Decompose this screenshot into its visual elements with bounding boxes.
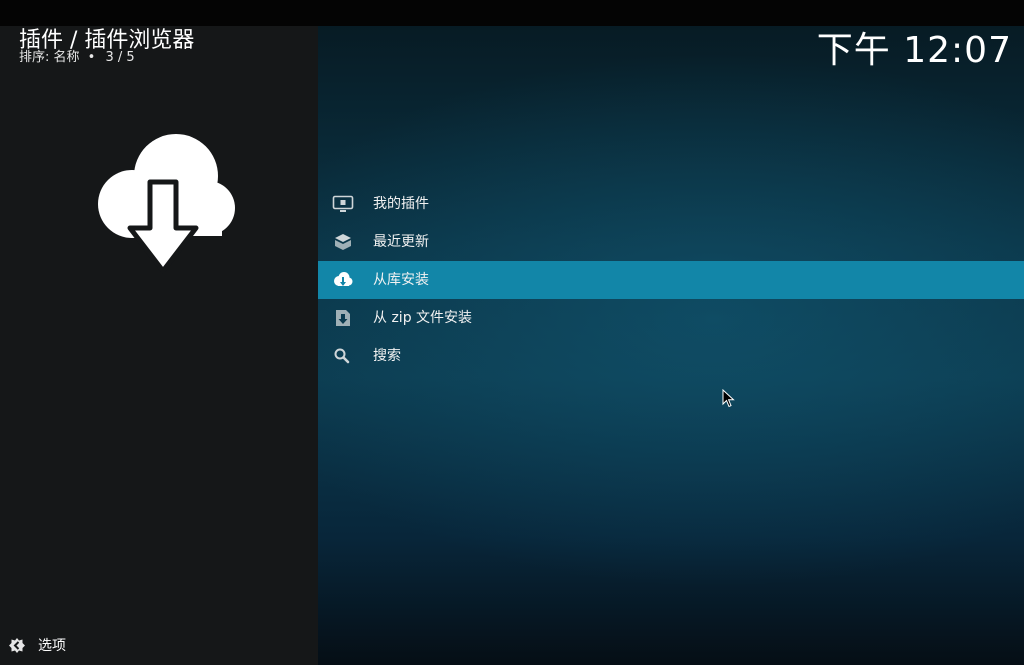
menu-item-label: 从 zip 文件安装: [373, 310, 473, 326]
search-icon: [332, 347, 354, 365]
top-bar: [0, 0, 1024, 26]
sort-label[interactable]: 排序: 名称: [19, 50, 80, 65]
menu-item-label: 我的插件: [373, 196, 429, 212]
menu-item-label: 从库安装: [373, 272, 429, 288]
menu-item-label: 搜索: [373, 348, 401, 364]
clock: 下午 12:07: [816, 30, 1012, 71]
menu-item-my-addons[interactable]: 我的插件: [318, 185, 1024, 223]
menu-item-label: 最近更新: [373, 234, 429, 250]
options-gear-icon: [8, 637, 26, 655]
options-label: 选项: [38, 638, 66, 654]
zip-install-icon: [332, 309, 354, 327]
monitor-addon-icon: [332, 195, 354, 213]
item-position: 3 / 5: [105, 50, 135, 65]
menu-item-search[interactable]: 搜索: [318, 337, 1024, 375]
open-box-icon: [332, 233, 354, 251]
info-panel: [0, 26, 318, 665]
cloud-download-icon: [332, 271, 354, 289]
addon-browser-menu: 我的插件 最近更新 从库安装 从 zip 文件安装 搜索: [318, 185, 1024, 375]
sort-info: 排序: 名称 • 3 / 5: [19, 50, 135, 66]
bullet-separator: •: [87, 50, 96, 65]
menu-item-install-from-zip[interactable]: 从 zip 文件安装: [318, 299, 1024, 337]
cloud-download-icon: [84, 130, 240, 276]
menu-item-install-from-repo[interactable]: 从库安装: [318, 261, 1024, 299]
mouse-cursor-icon: [722, 388, 736, 409]
menu-item-recently-updated[interactable]: 最近更新: [318, 223, 1024, 261]
